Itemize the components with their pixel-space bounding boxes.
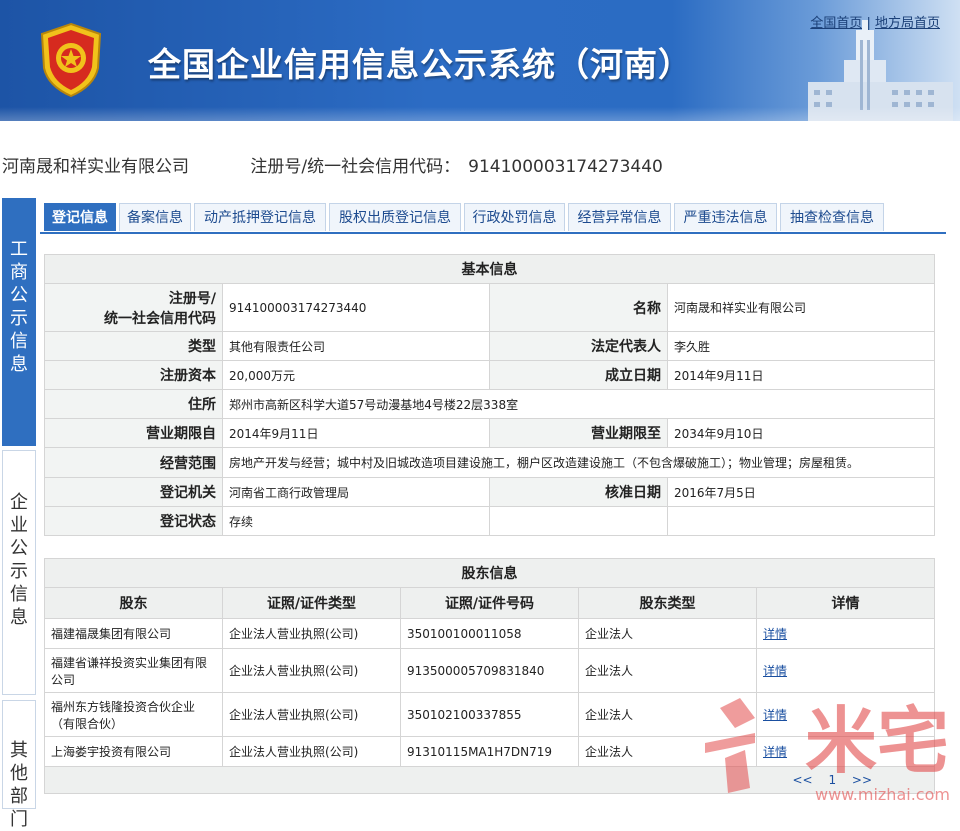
company-name: 河南晟和祥实业有限公司 xyxy=(2,157,189,177)
detail-link[interactable]: 详情 xyxy=(763,708,787,722)
empty-cell xyxy=(489,506,668,536)
holder-type: 企业法人 xyxy=(578,648,757,693)
approve-date-field-value: 2016年7月5日 xyxy=(667,477,935,507)
detail-link[interactable]: 详情 xyxy=(763,664,787,678)
tab-admin-penalty[interactable]: 行政处罚信息 xyxy=(464,203,565,231)
national-emblem-icon xyxy=(40,22,102,98)
scope-field-value: 房地产开发与经营；城中村及旧城改造项目建设施工，棚户区改造建设施工（不包含爆破施… xyxy=(222,447,935,478)
reg-label-line2: 统一社会信用代码 xyxy=(104,310,216,327)
tab-registration[interactable]: 登记信息 xyxy=(44,203,116,231)
tab-filing[interactable]: 备案信息 xyxy=(119,203,191,231)
side-tab-business-info[interactable]: 工商公示信息 xyxy=(2,198,36,446)
table-row: 上海娄宇投资有限公司 企业法人营业执照(公司) 91310115MA1H7DN7… xyxy=(44,736,936,767)
col-header-detail: 详情 xyxy=(755,587,936,619)
tab-abnormal-operation[interactable]: 经营异常信息 xyxy=(568,203,671,231)
table-row: 福建省谦祥投资实业集团有限公司 企业法人营业执照(公司) 91350000570… xyxy=(44,648,936,693)
empty-cell xyxy=(667,506,935,536)
cert-type: 企业法人营业执照(公司) xyxy=(222,736,401,767)
prev-page-button[interactable]: << xyxy=(793,773,813,787)
term-from-field-value: 2014年9月11日 xyxy=(222,418,490,448)
col-header-cert-no: 证照/证件号码 xyxy=(400,587,579,619)
reg-no-field-value: 914100003174273440 xyxy=(222,283,490,332)
authority-field-label: 登记机关 xyxy=(44,477,223,507)
holder-type: 企业法人 xyxy=(578,692,757,737)
cert-type: 企业法人营业执照(公司) xyxy=(222,692,401,737)
reg-no-field-label: 注册号/统一社会信用代码 xyxy=(44,283,223,332)
page-number[interactable]: 1 xyxy=(828,773,836,787)
status-field-value: 存续 xyxy=(222,506,490,536)
company-summary: 河南晟和祥实业有限公司 注册号/统一社会信用代码： 914100003174273… xyxy=(2,152,663,177)
cert-no: 91310115MA1H7DN719 xyxy=(400,736,579,767)
table-row: 福建福晟集团有限公司 企业法人营业执照(公司) 350100100011058 … xyxy=(44,618,936,649)
pagination: << 1 >> xyxy=(787,773,879,787)
detail-link[interactable]: 详情 xyxy=(763,627,787,641)
capital-field-value: 20,000万元 xyxy=(222,360,490,390)
shareholder-name: 福州东方钱隆投资合伙企业（有限合伙） xyxy=(44,692,223,737)
pager-row: << 1 >> xyxy=(43,766,936,794)
holder-type: 企业法人 xyxy=(578,736,757,767)
basic-info-caption: 基本信息 xyxy=(44,254,935,284)
side-tab-other-dept[interactable]: 其他部门 xyxy=(2,700,36,830)
shareholder-name: 福建省谦祥投资实业集团有限公司 xyxy=(44,648,223,693)
next-page-button[interactable]: >> xyxy=(852,773,872,787)
table-row: 福州东方钱隆投资合伙企业（有限合伙） 企业法人营业执照(公司) 35010210… xyxy=(44,692,936,737)
address-field-value: 郑州市高新区科学大道57号动漫基地4号楼22层338室 xyxy=(222,389,935,419)
legal-rep-field-value: 李久胜 xyxy=(667,331,935,361)
tab-bar: 登记信息 备案信息 动产抵押登记信息 股权出质登记信息 行政处罚信息 经营异常信… xyxy=(40,198,946,234)
type-field-label: 类型 xyxy=(44,331,223,361)
authority-field-value: 河南省工商行政管理局 xyxy=(222,477,490,507)
term-to-field-label: 营业期限至 xyxy=(489,418,668,448)
legal-rep-field-label: 法定代表人 xyxy=(489,331,668,361)
term-from-field-label: 营业期限自 xyxy=(44,418,223,448)
founded-field-value: 2014年9月11日 xyxy=(667,360,935,390)
site-header: 全国企业信用信息公示系统（河南） 全国首页 | 地方局首页 xyxy=(0,0,960,121)
shareholder-name: 福建福晟集团有限公司 xyxy=(44,618,223,649)
approve-date-field-label: 核准日期 xyxy=(489,477,668,507)
reg-no-value: 914100003174273440 xyxy=(468,157,663,177)
building-icon xyxy=(808,20,953,121)
status-field-label: 登记状态 xyxy=(44,506,223,536)
reg-no-label: 注册号/统一社会信用代码： xyxy=(250,157,461,177)
side-tab-enterprise-info[interactable]: 企业公示信息 xyxy=(2,450,36,695)
site-title: 全国企业信用信息公示系统（河南） xyxy=(148,45,692,84)
col-header-shareholder: 股东 xyxy=(44,587,223,619)
detail-link[interactable]: 详情 xyxy=(763,745,787,759)
cert-no: 350102100337855 xyxy=(400,692,579,737)
address-field-label: 住所 xyxy=(44,389,223,419)
tab-equity-pledge[interactable]: 股权出质登记信息 xyxy=(329,203,461,231)
reg-label-line1: 注册号/ xyxy=(168,290,216,307)
name-field-label: 名称 xyxy=(489,283,668,332)
tab-serious-violation[interactable]: 严重违法信息 xyxy=(674,203,777,231)
shareholder-name: 上海娄宇投资有限公司 xyxy=(44,736,223,767)
scope-field-label: 经营范围 xyxy=(44,447,223,478)
term-to-field-value: 2034年9月10日 xyxy=(667,418,935,448)
shareholder-table: 股东信息 股东 证照/证件类型 证照/证件号码 股东类型 详情 福建福晟集团有限… xyxy=(43,558,936,794)
basic-info-table: 基本信息 注册号/统一社会信用代码 914100003174273440 名称 … xyxy=(44,254,935,536)
cert-type: 企业法人营业执照(公司) xyxy=(222,648,401,693)
cert-type: 企业法人营业执照(公司) xyxy=(222,618,401,649)
col-header-cert-type: 证照/证件类型 xyxy=(222,587,401,619)
holder-type: 企业法人 xyxy=(578,618,757,649)
founded-field-label: 成立日期 xyxy=(489,360,668,390)
cert-no: 913500005709831840 xyxy=(400,648,579,693)
cert-no: 350100100011058 xyxy=(400,618,579,649)
tab-spot-check[interactable]: 抽查检查信息 xyxy=(780,203,884,231)
name-field-value: 河南晟和祥实业有限公司 xyxy=(667,283,935,332)
col-header-holder-type: 股东类型 xyxy=(578,587,757,619)
shareholder-caption: 股东信息 xyxy=(43,558,936,588)
type-field-value: 其他有限责任公司 xyxy=(222,331,490,361)
tab-chattel-mortgage[interactable]: 动产抵押登记信息 xyxy=(194,203,326,231)
capital-field-label: 注册资本 xyxy=(44,360,223,390)
